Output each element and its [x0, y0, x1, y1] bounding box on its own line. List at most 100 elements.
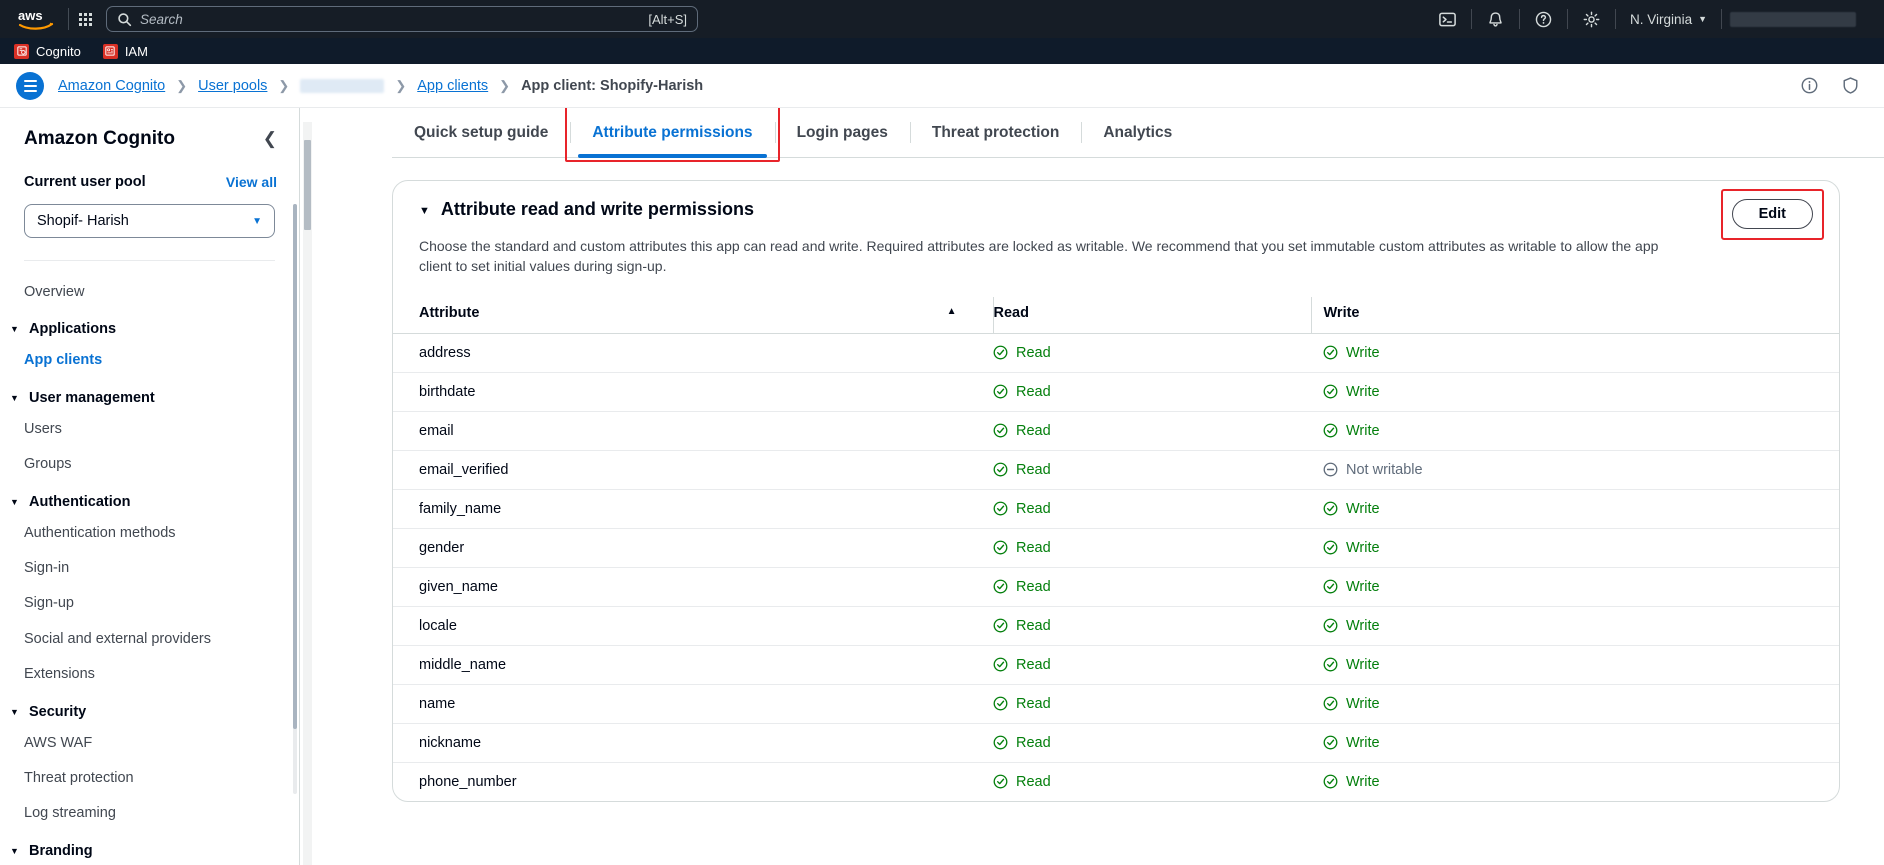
sort-ascending-icon[interactable]: ▲ — [947, 306, 957, 317]
sidebar-item-sign-up[interactable]: Sign-up — [0, 586, 299, 621]
write-permission-label: Write — [1346, 734, 1380, 751]
card-description: Choose the standard and custom attribute… — [419, 238, 1659, 274]
main-scrollbar[interactable] — [303, 122, 312, 865]
sidebar-item-aws-waf[interactable]: AWS WAF — [0, 726, 299, 761]
sidebar-item-overview[interactable]: Overview — [0, 275, 299, 310]
cell-attribute-name: birthdate — [393, 372, 993, 412]
search-bar[interactable]: [Alt+S] — [106, 6, 698, 32]
attribute-permissions-table: Attribute ▲ Read Write address Read Write b… — [393, 296, 1839, 801]
aws-logo[interactable]: aws — [14, 6, 58, 32]
cell-write-permission: Write — [1311, 489, 1839, 529]
breadcrumb-item-redacted[interactable] — [300, 78, 385, 93]
sidebar-item-threat-protection[interactable]: Threat protection — [0, 761, 299, 796]
tab-attribute-permissions[interactable]: Attribute permissions — [570, 108, 774, 158]
write-permission-status: Write — [1323, 774, 1839, 790]
sidebar-item-groups[interactable]: Groups — [0, 447, 299, 482]
breadcrumb-item-user-pools[interactable]: User pools — [198, 78, 267, 94]
sidebar-group-authentication[interactable]: ▼ Authentication — [0, 483, 299, 516]
caret-down-icon[interactable]: ▼ — [419, 205, 430, 217]
sidebar-item-app-clients[interactable]: App clients — [0, 343, 299, 378]
sidebar-scrollbar-thumb[interactable] — [293, 204, 297, 729]
column-header-read[interactable]: Read — [992, 296, 1311, 334]
tab-quick-setup-guide[interactable]: Quick setup guide — [392, 108, 570, 157]
user-pool-select[interactable]: Shopif- Harish ▼ — [24, 204, 275, 238]
search-shortcut-hint: [Alt+S] — [648, 11, 687, 27]
check-circle-icon — [993, 579, 1008, 594]
sidebar-group-security[interactable]: ▼ Security — [0, 693, 299, 726]
service-shortcut-iam[interactable]: IAM — [102, 43, 148, 59]
gear-icon[interactable] — [1568, 0, 1615, 38]
sidebar-item-authentication-methods[interactable]: Authentication methods — [0, 516, 299, 551]
cell-read-permission: Read — [993, 762, 1311, 801]
write-permission-status: Write — [1323, 345, 1839, 361]
attribute-permissions-card: ▼ Attribute read and write permissions E… — [392, 180, 1840, 802]
question-circle-icon[interactable] — [1520, 0, 1567, 38]
read-permission-status: Read — [993, 501, 1311, 517]
write-permission-status: Write — [1323, 384, 1839, 400]
caret-down-icon: ▼ — [10, 392, 19, 403]
sidebar-group-user-management[interactable]: ▼ User management — [0, 379, 299, 412]
check-circle-icon — [1323, 774, 1338, 789]
read-permission-status: Read — [993, 462, 1311, 478]
cell-write-permission: Write — [1311, 762, 1839, 801]
column-header-attribute[interactable]: Attribute ▲ — [393, 296, 993, 334]
bell-icon[interactable] — [1472, 0, 1519, 38]
read-permission-label: Read — [1016, 734, 1051, 751]
breadcrumb-item-amazon-cognito[interactable]: Amazon Cognito — [58, 78, 165, 94]
caret-down-icon: ▼ — [10, 706, 19, 717]
current-user-pool-label: Current user pool — [24, 174, 146, 190]
table-row: given_name Read Write — [393, 567, 1839, 607]
edit-button[interactable]: Edit — [1731, 199, 1813, 229]
sidebar-group-applications[interactable]: ▼ Applications — [0, 310, 299, 343]
account-menu[interactable] — [1730, 11, 1856, 27]
sidebar-group-label: Security — [29, 703, 87, 720]
shield-icon[interactable] — [1841, 76, 1860, 95]
cell-attribute-name: locale — [393, 606, 993, 646]
read-permission-status: Read — [993, 618, 1311, 634]
sidebar-scrollbar[interactable] — [293, 204, 297, 794]
view-all-link[interactable]: View all — [226, 174, 277, 190]
search-icon — [118, 12, 132, 26]
breadcrumb-separator: ❯ — [499, 77, 511, 93]
main-scrollbar-thumb[interactable] — [304, 140, 311, 230]
write-permission-label: Not writable — [1346, 461, 1423, 478]
cloudshell-icon[interactable] — [1424, 0, 1471, 38]
sidebar-item-log-streaming[interactable]: Log streaming — [0, 796, 299, 831]
info-circle-icon[interactable] — [1800, 76, 1819, 95]
page-title: Attribute read and write permissions — [440, 199, 754, 219]
sidebar-item-sign-in[interactable]: Sign-in — [0, 551, 299, 586]
tab-analytics[interactable]: Analytics — [1081, 108, 1194, 157]
table-row: middle_name Read Write — [393, 645, 1839, 685]
read-permission-status: Read — [993, 696, 1311, 712]
hamburger-menu-icon[interactable] — [16, 71, 44, 100]
write-permission-label: Write — [1346, 578, 1380, 595]
service-label: IAM — [124, 43, 148, 59]
column-header-write[interactable]: Write — [1310, 296, 1839, 334]
write-permission-label: Write — [1346, 656, 1380, 673]
cell-write-permission: Write — [1311, 411, 1839, 451]
sidebar-nav: Overview ▼ Applications App clients ▼ Us… — [0, 261, 299, 865]
chevron-left-icon[interactable]: ❮ — [263, 129, 277, 149]
breadcrumb-item-app-clients[interactable]: App clients — [417, 78, 488, 94]
tab-login-pages[interactable]: Login pages — [774, 108, 910, 157]
region-label: N. Virginia — [1630, 11, 1693, 27]
cell-attribute-name: nickname — [393, 723, 993, 763]
check-circle-icon — [993, 657, 1008, 672]
sidebar-item-users[interactable]: Users — [0, 412, 299, 447]
sidebar-item-social-and-external-providers[interactable]: Social and external providers — [0, 622, 299, 657]
service-shortcut-cognito[interactable]: Cognito — [14, 43, 81, 59]
sidebar-item-extensions[interactable]: Extensions — [0, 657, 299, 692]
search-input[interactable] — [132, 11, 649, 27]
write-permission-status: Write — [1323, 618, 1839, 634]
check-circle-icon — [1323, 540, 1338, 555]
sidebar-group-branding[interactable]: ▼ Branding — [0, 832, 299, 865]
check-circle-icon — [1323, 384, 1338, 399]
cell-read-permission: Read — [993, 372, 1311, 412]
table-row: locale Read Write — [393, 606, 1839, 646]
write-permission-status: Write — [1323, 696, 1839, 712]
region-selector[interactable]: N. Virginia ▼ — [1616, 0, 1721, 38]
write-permission-status: Not writable — [1323, 462, 1839, 478]
app-grid-icon[interactable] — [79, 12, 92, 26]
cell-attribute-name: phone_number — [419, 773, 517, 790]
tab-threat-protection[interactable]: Threat protection — [909, 108, 1081, 157]
